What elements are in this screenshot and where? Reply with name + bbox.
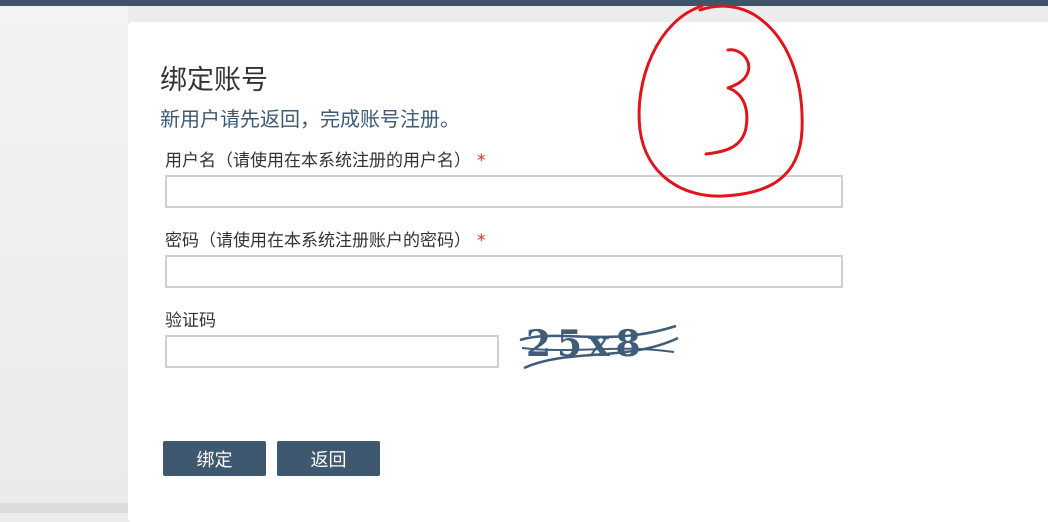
required-marker: * bbox=[477, 151, 486, 171]
left-footer-strip bbox=[0, 503, 128, 513]
username-label-text: 用户名（请使用在本系统注册的用户名） bbox=[165, 151, 471, 171]
username-label: 用户名（请使用在本系统注册的用户名） * bbox=[165, 146, 486, 171]
password-input[interactable] bbox=[165, 255, 843, 288]
password-label: 密码（请使用在本系统注册账户的密码） * bbox=[165, 226, 486, 251]
top-bar bbox=[0, 0, 1048, 6]
left-background bbox=[0, 6, 128, 513]
required-marker: * bbox=[477, 231, 486, 251]
captcha-label: 验证码 bbox=[165, 311, 216, 331]
register-hint: 新用户请先返回，完成账号注册。 bbox=[160, 107, 460, 131]
page-title: 绑定账号 bbox=[160, 65, 268, 96]
back-button[interactable]: 返回 bbox=[277, 441, 380, 476]
captcha-image[interactable]: 25x8 bbox=[518, 318, 682, 372]
password-label-text: 密码（请使用在本系统注册账户的密码） bbox=[165, 231, 471, 251]
captcha-input[interactable] bbox=[165, 335, 499, 368]
username-input[interactable] bbox=[165, 175, 843, 208]
captcha-text: 25x8 bbox=[526, 323, 647, 365]
bind-button[interactable]: 绑定 bbox=[163, 441, 266, 476]
